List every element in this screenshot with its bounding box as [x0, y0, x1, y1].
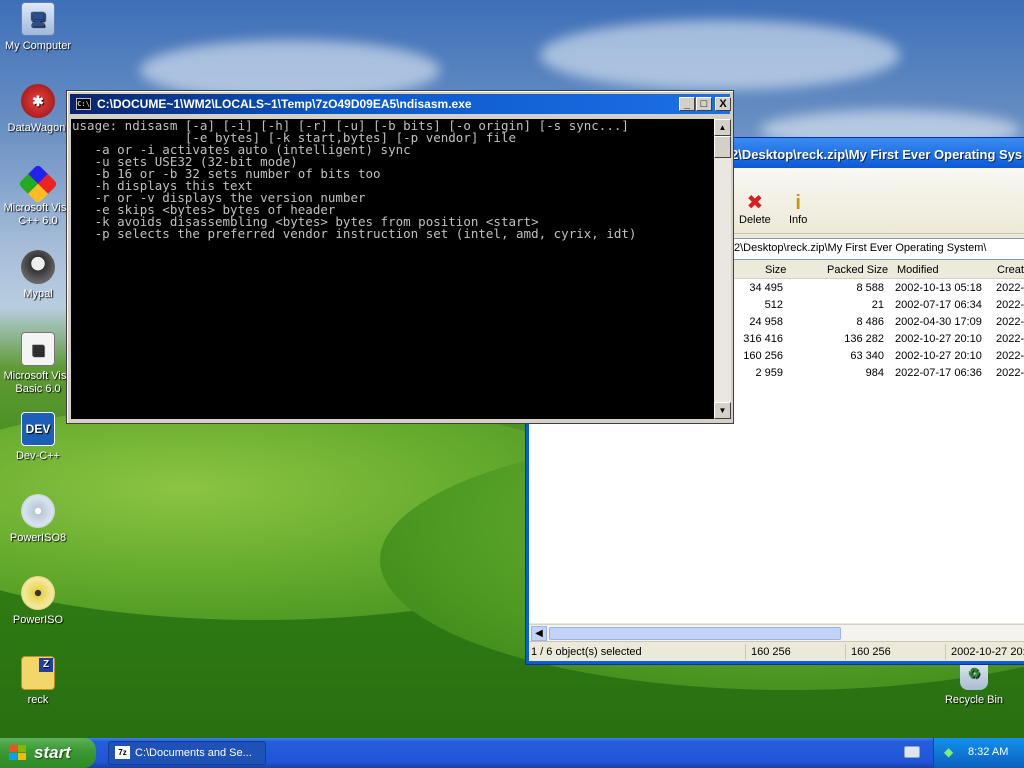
- console-line: -p selects the preferred vendor instruct…: [72, 226, 637, 241]
- maximize-button[interactable]: □: [696, 97, 712, 111]
- scroll-down-icon[interactable]: ▼: [714, 402, 731, 419]
- horizontal-scrollbar[interactable]: ◀: [529, 624, 1024, 641]
- console-output[interactable]: usage: ndisasm [-a] [-i] [-h] [-r] [-u] …: [71, 119, 714, 419]
- seven-zip-icon: 7z: [115, 746, 130, 759]
- info-button[interactable]: i Info: [789, 192, 807, 226]
- windows-flag-icon: [9, 745, 27, 761]
- datawagon-icon: ✱: [21, 84, 55, 118]
- scroll-up-icon[interactable]: ▲: [714, 119, 731, 136]
- console-window[interactable]: C:\ C:\DOCUME~1\WM2\LOCALS~1\Temp\7zO49D…: [66, 90, 734, 424]
- column-packed-size[interactable]: Packed Size: [827, 264, 888, 276]
- console-title: C:\DOCUME~1\WM2\LOCALS~1\Temp\7zO49D09EA…: [97, 97, 472, 111]
- poweriso-icon: [21, 576, 55, 610]
- visual-cpp-icon: [18, 164, 58, 204]
- close-button[interactable]: X: [715, 97, 731, 111]
- column-modified[interactable]: Modified: [897, 264, 939, 276]
- status-packed: 160 256: [851, 646, 891, 658]
- minimize-button[interactable]: _: [679, 97, 695, 111]
- my-computer-icon: 🖥: [21, 2, 55, 36]
- console-title-bar[interactable]: C:\ C:\DOCUME~1\WM2\LOCALS~1\Temp\7zO49D…: [70, 94, 731, 114]
- vertical-scroll-thumb[interactable]: [714, 136, 731, 158]
- clock[interactable]: 8:32 AM: [968, 746, 1008, 758]
- taskbar: start 7z C:\Documents and Se... ◆ 8:32 A…: [0, 738, 1024, 768]
- desktop-icon-reck[interactable]: Z reck: [0, 656, 78, 707]
- poweriso8-icon: [21, 494, 55, 528]
- mypal-icon: [21, 250, 55, 284]
- desktop-icon-my-computer[interactable]: 🖥 My Computer: [0, 2, 78, 53]
- delete-button[interactable]: ✖ Delete: [739, 192, 771, 226]
- desktop-icon-poweriso8[interactable]: PowerISO8: [0, 494, 78, 545]
- vertical-scrollbar[interactable]: ▲ ▼: [714, 119, 731, 419]
- status-bar: 1 / 6 object(s) selected 160 256 160 256…: [529, 641, 1024, 661]
- keyboard-icon[interactable]: [904, 746, 920, 758]
- column-created[interactable]: Creat: [997, 264, 1024, 276]
- zip-folder-icon: Z: [21, 656, 55, 690]
- scroll-left-icon[interactable]: ◀: [531, 626, 547, 641]
- taskbar-item-console[interactable]: 7z C:\Documents and Se...: [108, 741, 266, 765]
- delete-icon: ✖: [746, 192, 764, 214]
- status-modified: 2002-10-27 20:: [951, 646, 1024, 658]
- command-prompt-icon: C:\: [76, 98, 91, 110]
- start-button[interactable]: start: [0, 738, 96, 768]
- column-size[interactable]: Size: [765, 264, 786, 276]
- desktop-icon-poweriso[interactable]: PowerISO: [0, 576, 78, 627]
- system-tray: ◆ 8:32 AM: [933, 738, 1024, 768]
- info-icon: i: [795, 192, 801, 214]
- network-icon[interactable]: ◆: [944, 745, 960, 760]
- dev-cpp-icon: DEV: [21, 412, 55, 446]
- status-size: 160 256: [751, 646, 791, 658]
- status-selection: 1 / 6 object(s) selected: [531, 646, 642, 658]
- horizontal-scroll-thumb[interactable]: [549, 627, 841, 640]
- visual-basic-icon: ▦: [21, 332, 55, 366]
